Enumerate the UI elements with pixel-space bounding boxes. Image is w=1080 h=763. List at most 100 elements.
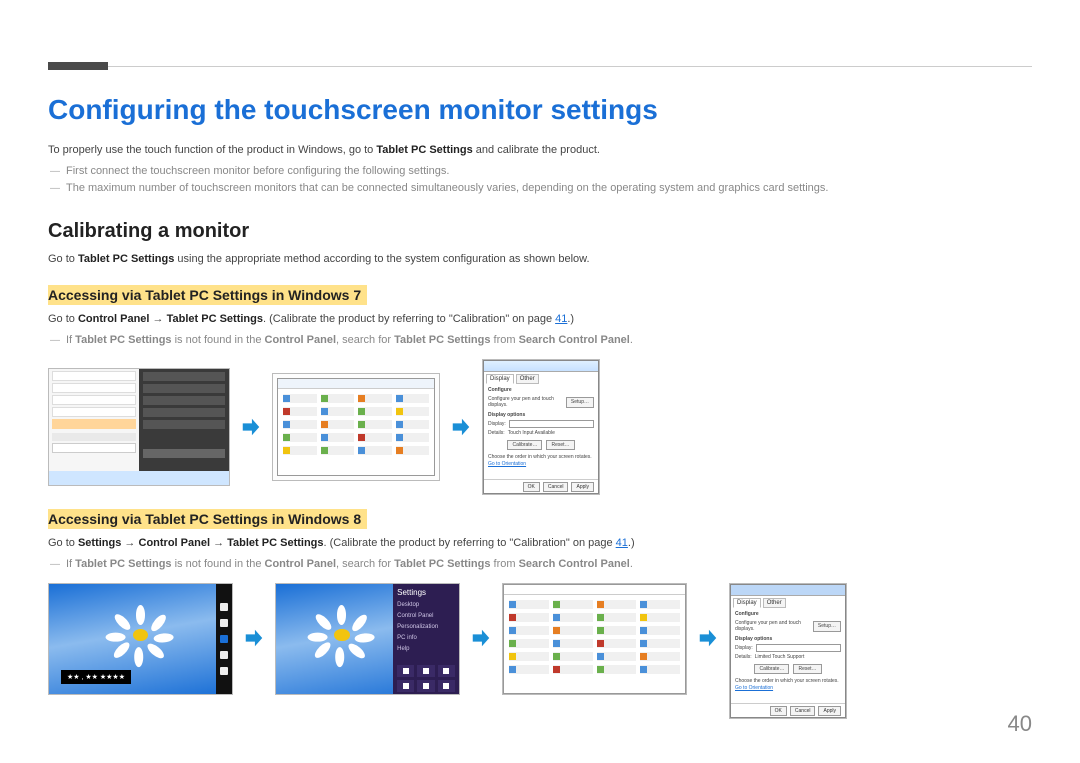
t: is not found in the — [172, 334, 265, 346]
intro-prefix: To properly use the touch function of th… — [48, 144, 376, 156]
t: Tablet PC Settings — [75, 558, 171, 570]
display-label: Display: — [735, 645, 753, 652]
reset-button[interactable]: Reset… — [793, 664, 821, 675]
arrow-icon — [470, 627, 492, 649]
cancel-button[interactable]: Cancel — [790, 706, 816, 716]
settings-item[interactable]: Personalization — [397, 624, 455, 630]
configure-label: Configure — [735, 611, 841, 618]
tab-other[interactable]: Other — [763, 598, 786, 608]
arrow-icon — [697, 627, 719, 649]
win7-instruction: Go to Control Panel → Tablet PC Settings… — [48, 311, 1032, 328]
details-value: Touch Input Available — [508, 430, 555, 437]
display-options-label: Display options — [735, 636, 841, 643]
subheading-win7: Accessing via Tablet PC Settings in Wind… — [48, 285, 367, 305]
page-title: Configuring the touchscreen monitor sett… — [48, 94, 1032, 126]
page-ref-link[interactable]: 41 — [616, 537, 628, 549]
settings-item[interactable]: Help — [397, 646, 455, 652]
t: If — [66, 558, 75, 570]
t: Tablet PC Settings — [75, 334, 171, 346]
intro-text: To properly use the touch function of th… — [48, 142, 1032, 159]
ok-button[interactable]: OK — [523, 482, 540, 492]
apply-button[interactable]: Apply — [571, 482, 594, 492]
t: Tablet PC Settings — [394, 558, 490, 570]
t: Search Control Panel — [519, 334, 630, 346]
configure-text: Configure your pen and touch displays. — [488, 396, 563, 409]
screenshot-win8-settings-panel: Settings Desktop Control Panel Personali… — [275, 583, 460, 695]
t: . (Calibrate the product by referring to… — [263, 313, 555, 325]
t: . (Calibrate the product by referring to… — [324, 537, 616, 549]
t: Control Panel — [78, 313, 150, 325]
t: → — [210, 537, 227, 549]
tab-display[interactable]: Display — [733, 598, 761, 608]
t: is not found in the — [172, 558, 265, 570]
intro-bold: Tablet PC Settings — [376, 144, 472, 156]
display-label: Display: — [488, 421, 506, 428]
orient-text: Choose the order in which your screen ro… — [488, 454, 594, 461]
t: Go to — [48, 313, 78, 325]
details-value: Limited Touch Support — [755, 654, 805, 661]
display-options-label: Display options — [488, 412, 594, 419]
t: Control Panel — [265, 558, 337, 570]
page-ref-link[interactable]: 41 — [555, 313, 567, 325]
t: Search Control Panel — [519, 558, 630, 570]
calib-intro: Go to Tablet PC Settings using the appro… — [48, 251, 1032, 268]
t: If — [66, 334, 75, 346]
display-select[interactable] — [756, 644, 841, 652]
t: , search for — [336, 334, 394, 346]
section-calibrating: Calibrating a monitor — [48, 220, 1032, 243]
page-number: 40 — [1008, 711, 1032, 737]
settings-item[interactable]: PC info — [397, 635, 455, 641]
details-label: Details: — [488, 430, 505, 437]
setup-button[interactable]: Setup… — [813, 621, 841, 632]
t: Control Panel — [139, 537, 211, 549]
configure-label: Configure — [488, 387, 594, 394]
t: Tablet PC Settings — [227, 537, 323, 549]
screenshot-win8-controlpanel — [502, 583, 687, 695]
win7-flow: Display Other Configure Configure your p… — [48, 359, 1032, 495]
arrow-icon — [243, 627, 265, 649]
t: Tablet PC Settings — [167, 313, 263, 325]
t: Settings — [78, 537, 121, 549]
settings-item[interactable]: Control Panel — [397, 613, 455, 619]
calib-intro-prefix: Go to — [48, 253, 78, 265]
t: Tablet PC Settings — [394, 334, 490, 346]
note-connect-first: First connect the touchscreen monitor be… — [48, 163, 1032, 181]
cancel-button[interactable]: Cancel — [543, 482, 569, 492]
orientation-link[interactable]: Go to Orientation — [735, 685, 841, 692]
t: → — [149, 313, 166, 325]
t: . — [630, 558, 633, 570]
orientation-link[interactable]: Go to Orientation — [488, 461, 594, 468]
screenshot-win8-charms: ★★ , ★★ ★★★★ — [48, 583, 233, 695]
t: , search for — [336, 558, 394, 570]
tab-display[interactable]: Display — [486, 374, 514, 384]
win8-flow: ★★ , ★★ ★★★★ Settings Desktop Control Pa… — [48, 583, 1032, 719]
reset-button[interactable]: Reset… — [546, 440, 574, 451]
t: Control Panel — [265, 334, 337, 346]
calib-intro-suffix: using the appropriate method according t… — [174, 253, 589, 265]
t: .) — [628, 537, 635, 549]
setup-button[interactable]: Setup… — [566, 397, 594, 408]
apply-button[interactable]: Apply — [818, 706, 841, 716]
arrow-icon — [450, 416, 472, 438]
ok-button[interactable]: OK — [770, 706, 787, 716]
screenshot-win7-tabletpc-dialog: Display Other Configure Configure your p… — [482, 359, 600, 495]
calibrate-button[interactable]: Calibrate… — [507, 440, 542, 451]
calibrate-button[interactable]: Calibrate… — [754, 664, 789, 675]
screenshot-win7-controlpanel — [272, 373, 440, 481]
t: → — [121, 537, 138, 549]
details-label: Details: — [735, 654, 752, 661]
note-max-monitors: The maximum number of touchscreen monito… — [48, 180, 1032, 198]
win8-note: If Tablet PC Settings is not found in th… — [48, 556, 1032, 574]
screenshot-win7-startmenu — [48, 368, 230, 486]
t: from — [490, 558, 518, 570]
header-rule — [48, 66, 1032, 67]
header-tab-marker — [48, 62, 108, 70]
datetime-overlay: ★★ , ★★ ★★★★ — [61, 670, 131, 684]
subheading-win8: Accessing via Tablet PC Settings in Wind… — [48, 509, 367, 529]
t: .) — [567, 313, 574, 325]
win7-note: If Tablet PC Settings is not found in th… — [48, 332, 1032, 350]
settings-item[interactable]: Desktop — [397, 602, 455, 608]
intro-suffix: and calibrate the product. — [473, 144, 600, 156]
tab-other[interactable]: Other — [516, 374, 539, 384]
display-select[interactable] — [509, 420, 594, 428]
